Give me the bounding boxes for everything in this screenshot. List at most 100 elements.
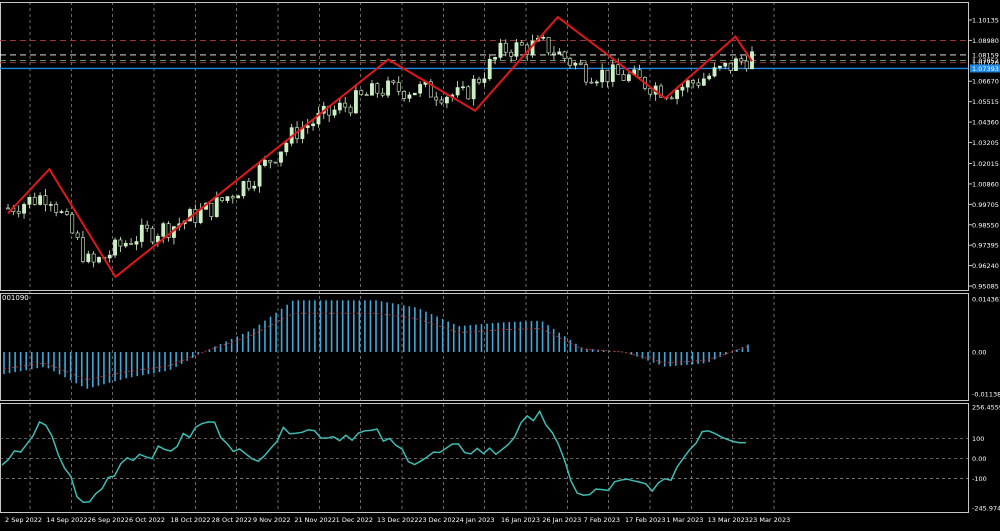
candle-body xyxy=(48,204,53,206)
candle-body xyxy=(701,78,706,86)
candle-body xyxy=(145,224,150,229)
candle-body xyxy=(493,57,497,60)
time-axis-label: 21 Nov 2022 xyxy=(294,516,336,524)
candle-body xyxy=(477,78,481,83)
time-axis-label: 23 Mar 2023 xyxy=(749,516,790,524)
cci-axis-label: 256.4559 xyxy=(972,404,1000,412)
cci-axis-label: -245.9740 xyxy=(972,505,1000,513)
candle-body xyxy=(380,92,385,96)
candle-body xyxy=(594,81,599,84)
time-axis-label: 26 Sep 2022 xyxy=(88,516,129,524)
candle-body xyxy=(43,195,48,205)
price-axis-label: 0.99705 xyxy=(972,201,999,209)
candle-body xyxy=(717,65,722,68)
cci-series xyxy=(1,409,747,504)
candle-body xyxy=(311,123,315,127)
candle-body xyxy=(284,142,289,153)
candle-body xyxy=(86,253,91,262)
chart-canvas[interactable]: 1.081591.078521.077201.07393 2 Sep 2022 1… xyxy=(0,0,1000,527)
price-axis-label: 1.10135 xyxy=(972,17,999,25)
candle-body xyxy=(680,86,685,91)
candle-body xyxy=(22,204,26,214)
candle-body xyxy=(482,78,487,83)
candle-body xyxy=(439,99,444,104)
candle-body xyxy=(691,80,696,84)
candle-body xyxy=(359,90,364,95)
time-axis-label: 1 Mar 2023 xyxy=(666,516,703,524)
time-axis-label: 6 Oct 2022 xyxy=(129,516,165,524)
candles-series xyxy=(6,34,754,268)
candle-body xyxy=(354,90,358,114)
candle-body xyxy=(707,75,712,80)
price-axis-label: 1.03205 xyxy=(972,139,999,147)
candle-body xyxy=(241,181,246,197)
time-axis-label: 26 Jan 2023 xyxy=(542,516,581,524)
trading-chart[interactable]: 1.08159 1.07852 1.07720 1.07393 2 Sep 2022 1… xyxy=(0,0,1000,527)
time-axis-label: 4 Jan 2023 xyxy=(460,516,495,524)
price-axis-label: 1.05515 xyxy=(972,98,999,106)
candle-body xyxy=(113,239,117,256)
price-axis-label: 0.95085 xyxy=(972,283,999,291)
candle-body xyxy=(455,87,460,96)
candle-body xyxy=(487,58,492,80)
candle-body xyxy=(589,81,594,84)
candle-body xyxy=(626,74,631,81)
cci-axis-label: 0.00 xyxy=(972,455,986,463)
candle-body xyxy=(150,227,155,243)
candle-body xyxy=(343,102,348,108)
candle-body xyxy=(509,51,514,57)
time-axis-label: 13 Dec 2022 xyxy=(377,516,419,524)
candle-body xyxy=(546,37,551,54)
candle-body xyxy=(616,64,621,75)
candle-body xyxy=(230,196,235,199)
time-axis-label: 14 Sep 2022 xyxy=(46,516,87,524)
time-axis-label: 1 Dec 2022 xyxy=(336,516,373,524)
candle-body xyxy=(386,80,390,96)
price-axis-label: 1.02015 xyxy=(972,160,999,168)
candle-body xyxy=(375,83,380,94)
macd-axis-label: 0.014361 xyxy=(972,296,1000,304)
time-axis-label: 2 Sep 2022 xyxy=(5,516,42,524)
candle-body xyxy=(129,243,134,245)
candle-body xyxy=(246,181,251,189)
candle-body xyxy=(712,67,717,77)
candle-body xyxy=(118,239,123,247)
macd-panel-label: 001090 xyxy=(2,294,29,302)
candle-body xyxy=(391,80,396,83)
candle-body xyxy=(75,232,80,238)
candle-body xyxy=(209,202,214,217)
candle-body xyxy=(225,196,230,201)
candle-body xyxy=(573,62,578,66)
cci-line xyxy=(1,409,747,504)
candle-body xyxy=(744,60,749,70)
candle-body xyxy=(498,42,503,58)
candle-body xyxy=(739,58,744,62)
candle-body xyxy=(434,96,439,101)
candle-body xyxy=(107,254,112,259)
candle-body xyxy=(466,86,471,100)
candle-body xyxy=(214,197,219,217)
candle-body xyxy=(252,185,257,189)
zigzag-series xyxy=(7,15,753,279)
candle-body xyxy=(161,223,166,237)
candle-body xyxy=(734,58,738,71)
time-axis-label: 7 Feb 2023 xyxy=(584,516,620,524)
time-axis-label: 9 Nov 2022 xyxy=(253,516,291,524)
candle-body xyxy=(685,80,690,88)
cci-axis-label: 100 xyxy=(972,435,984,443)
price-axis-label: 1.00860 xyxy=(972,180,999,188)
candle-body xyxy=(541,37,546,39)
candle-body xyxy=(514,42,519,57)
macd-series xyxy=(3,300,749,389)
candle-body xyxy=(723,62,728,67)
candle-body xyxy=(610,64,615,82)
candle-body xyxy=(364,94,369,96)
candle-body xyxy=(669,97,674,100)
candle-body xyxy=(600,69,605,83)
candle-body xyxy=(54,204,59,213)
time-axis-label: 28 Oct 2022 xyxy=(212,516,252,524)
candle-body xyxy=(637,69,642,78)
price-axis-label: 0.98550 xyxy=(972,221,999,229)
candle-body xyxy=(236,195,241,199)
candle-body xyxy=(337,102,342,111)
